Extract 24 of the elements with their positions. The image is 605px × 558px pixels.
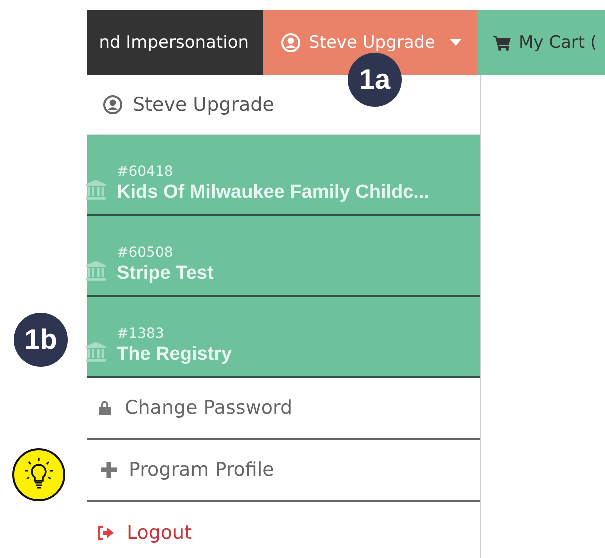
bank-icon: [85, 341, 107, 363]
menu-item[interactable]: Program Profile: [87, 440, 480, 502]
step-badge: 1b: [14, 313, 68, 367]
bank-icon: [85, 179, 107, 201]
program-name: Kids Of Milwaukee Family Childc...: [117, 182, 430, 204]
program-number: #60508: [117, 245, 174, 261]
plus-icon: [101, 462, 117, 478]
menu-item[interactable]: Change Password: [87, 378, 480, 440]
program-name: Stripe Test: [117, 263, 214, 285]
impersonation-tab[interactable]: nd Impersonation: [87, 10, 263, 75]
cart-icon: [493, 34, 511, 50]
program-number: #1383: [117, 326, 166, 342]
caret-icon: [450, 38, 462, 46]
lightbulb-icon: [12, 448, 66, 502]
user-icon: [103, 94, 123, 114]
program-number: #60418: [117, 164, 174, 180]
bank-icon: [85, 260, 107, 282]
program-name: The Registry: [117, 344, 232, 366]
logout-icon: [97, 525, 115, 541]
user-icon: [281, 32, 301, 52]
step-badge: 1a: [348, 53, 402, 107]
menu-item[interactable]: Logout: [87, 502, 480, 558]
cart-button[interactable]: My Cart (: [477, 10, 605, 75]
lock-icon: [97, 400, 113, 416]
